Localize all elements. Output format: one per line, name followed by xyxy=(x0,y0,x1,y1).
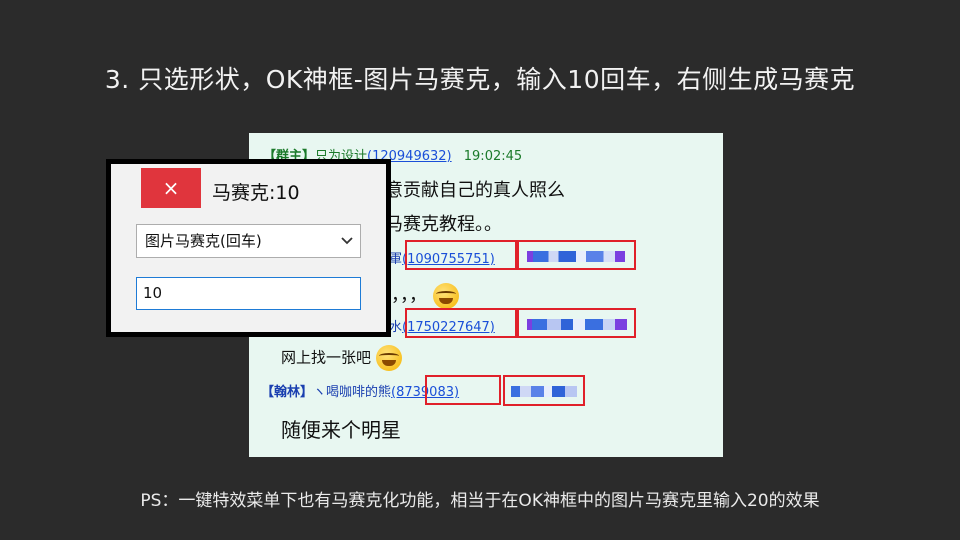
message-text: 马赛克教程。。 xyxy=(385,214,502,235)
highlight-box xyxy=(405,308,517,338)
mosaic-dialog: × 马赛克:10 图片马赛克(回车) 10 xyxy=(106,159,391,337)
laughing-tears-emoji-icon xyxy=(375,345,402,371)
effect-select[interactable]: 图片马赛克(回车) xyxy=(136,224,361,258)
highlight-box xyxy=(425,375,501,405)
chevron-down-icon xyxy=(341,237,353,245)
footnote: PS：一键特效菜单下也有马赛克化功能，相当于在OK神框中的图片马赛克里输入20的… xyxy=(140,491,820,511)
group-role-tag: 【翰林】 xyxy=(261,385,314,400)
message-text: ，，， xyxy=(391,281,459,309)
highlight-box xyxy=(405,240,517,270)
message-time: 19:02:45 xyxy=(463,149,523,164)
mosaic-pixels xyxy=(511,386,577,397)
mosaic-box xyxy=(517,308,636,338)
sender-name: ヽ喝咖啡的熊 xyxy=(313,385,392,400)
message-text: 随便来个明星 xyxy=(281,418,401,442)
message-text: 网上找一张吧 xyxy=(281,345,402,371)
message-text-content: 网上找一张吧 xyxy=(281,348,372,367)
message-text-content: ，，， xyxy=(391,285,427,306)
mosaic-pixels xyxy=(527,319,627,330)
mosaic-box xyxy=(503,375,585,406)
slide-title: 3. 只选形状，OK神框-图片马赛克，输入10回车，右侧生成马赛克 xyxy=(104,65,856,94)
message-text: 意贡献自己的真人照么 xyxy=(385,180,565,201)
effect-select-value: 图片马赛克(回车) xyxy=(145,232,262,250)
mosaic-size-input[interactable]: 10 xyxy=(136,277,361,310)
mosaic-pixels xyxy=(527,251,625,262)
mosaic-box xyxy=(517,240,636,270)
laughing-tears-emoji-icon xyxy=(432,283,459,309)
dialog-title: 马赛克:10 xyxy=(212,182,300,204)
close-button[interactable]: × xyxy=(141,168,201,208)
